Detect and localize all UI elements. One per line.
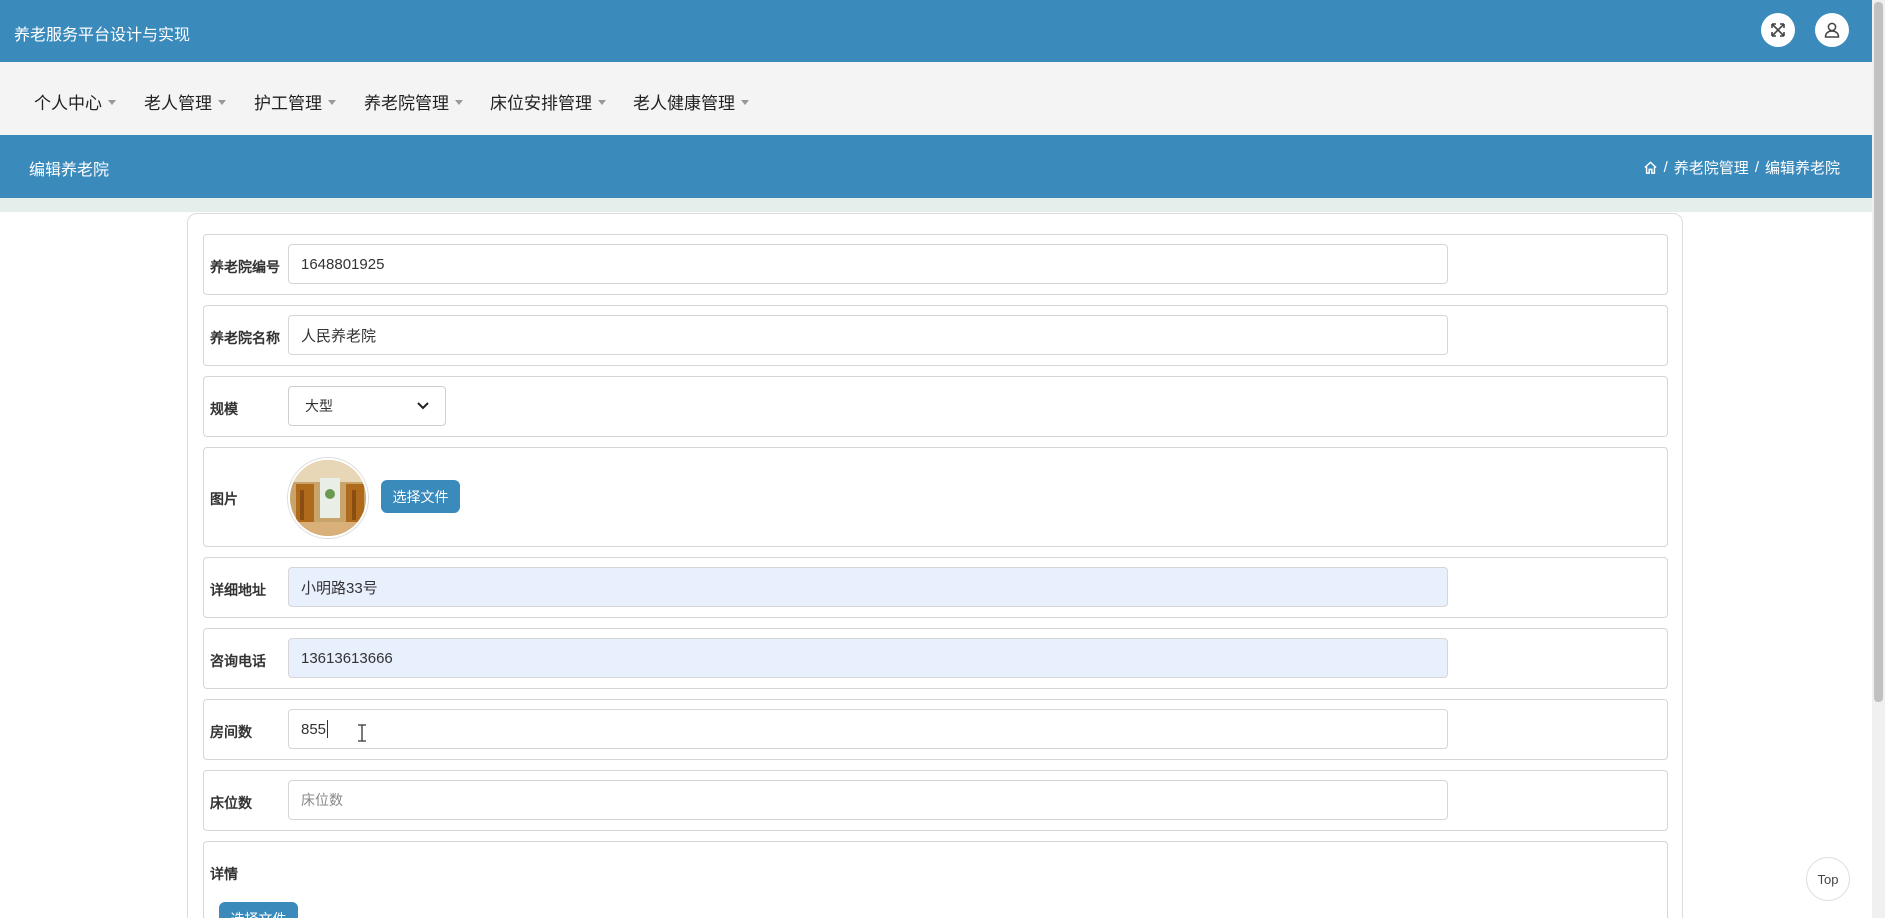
home-icon[interactable] [1643,160,1658,175]
caret-down-icon [218,100,226,106]
address-value: 小明路33号 [301,579,378,597]
breadcrumb-separator: / [1663,159,1668,176]
beds-label: 床位数 [210,795,252,811]
top-bar: 养老服务平台设计与实现 [0,0,1872,62]
caret-down-icon [455,100,463,106]
rooms-input[interactable]: 855 [288,709,1448,749]
choose-image-button[interactable]: 选择文件 [381,480,460,513]
rooms-label: 房间数 [210,724,252,740]
scale-value: 大型 [305,398,333,414]
beds-placeholder: 床位数 [301,792,343,808]
nav-label: 个人中心 [34,94,102,113]
form-row-address: 详细地址 小明路33号 [203,557,1668,618]
breadcrumb-parent[interactable]: 养老院管理 [1674,157,1749,178]
caret-down-icon [108,100,116,106]
nav-label: 老人管理 [144,94,212,113]
user-icon [1824,22,1840,38]
code-input[interactable]: 1648801925 [288,244,1448,284]
scrollbar-thumb[interactable] [1874,2,1883,702]
text-cursor [327,720,329,738]
address-label: 详细地址 [210,582,266,598]
scale-select[interactable]: 大型 [288,386,446,426]
nav-label: 床位安排管理 [490,94,592,113]
nav-item-elder-management[interactable]: 老人管理 [144,89,226,114]
breadcrumb-separator: / [1754,159,1759,176]
code-value: 1648801925 [301,255,385,273]
name-label: 养老院名称 [210,330,280,346]
fullscreen-icon [1771,23,1785,37]
choose-details-file-button[interactable]: 选择文件 [219,902,298,918]
phone-input[interactable]: 13613613666 [288,638,1448,678]
form-row-code: 养老院编号 1648801925 [203,234,1668,295]
caret-down-icon [328,100,336,106]
form-row-phone: 咨询电话 13613613666 [203,628,1668,689]
caret-down-icon [598,100,606,106]
page-scrollbar[interactable] [1872,0,1885,918]
edit-nursing-home-form: 养老院编号 1648801925 养老院名称 人民养老院 规模 大型 图片 选择… [187,213,1683,918]
nav-item-caregiver-management[interactable]: 护工管理 [254,89,336,114]
form-row-beds: 床位数 床位数 [203,770,1668,831]
caret-down-icon [741,100,749,106]
image-label: 图片 [210,491,238,507]
app-title: 养老服务平台设计与实现 [14,27,191,44]
form-row-rooms: 房间数 855 [203,699,1668,760]
nursing-home-image [288,458,368,538]
breadcrumb-current: 编辑养老院 [1764,160,1840,177]
user-menu-button[interactable] [1815,13,1849,47]
breadcrumb: / 养老院管理 / 编辑养老院 [1643,157,1840,178]
nav-label: 老人健康管理 [633,94,735,113]
details-label: 详情 [210,866,238,882]
form-row-scale: 规模 大型 [203,376,1668,437]
nav-item-nursing-home-management[interactable]: 养老院管理 [364,89,463,114]
nav-item-elder-health[interactable]: 老人健康管理 [633,89,749,114]
address-input[interactable]: 小明路33号 [288,567,1448,607]
i-beam-cursor-icon [358,724,366,742]
beds-input[interactable]: 床位数 [288,780,1448,820]
page-header: 编辑养老院 / 养老院管理 / 编辑养老院 [0,135,1872,198]
form-row-name: 养老院名称 人民养老院 [203,305,1668,366]
divider-strip [0,198,1872,212]
name-value: 人民养老院 [301,327,377,345]
page-title: 编辑养老院 [29,162,110,179]
nav-label: 养老院管理 [364,94,449,113]
fullscreen-button[interactable] [1761,13,1795,47]
name-input[interactable]: 人民养老院 [288,315,1448,355]
scale-label: 规模 [210,401,238,417]
main-nav: 个人中心 老人管理 护工管理 养老院管理 床位安排管理 老人健康管理 [0,62,1872,135]
phone-label: 咨询电话 [210,653,266,669]
form-row-image: 图片 选择文件 [203,447,1668,547]
nav-label: 护工管理 [254,94,322,113]
phone-value: 13613613666 [301,649,393,667]
nav-item-personal-center[interactable]: 个人中心 [34,89,116,114]
form-row-details: 详情 选择文件 [203,841,1668,918]
chevron-down-icon [417,402,429,410]
code-label: 养老院编号 [210,259,280,275]
nav-item-bed-arrangement[interactable]: 床位安排管理 [490,89,606,114]
rooms-value: 855 [301,720,327,738]
back-to-top-button[interactable]: Top [1806,857,1850,901]
